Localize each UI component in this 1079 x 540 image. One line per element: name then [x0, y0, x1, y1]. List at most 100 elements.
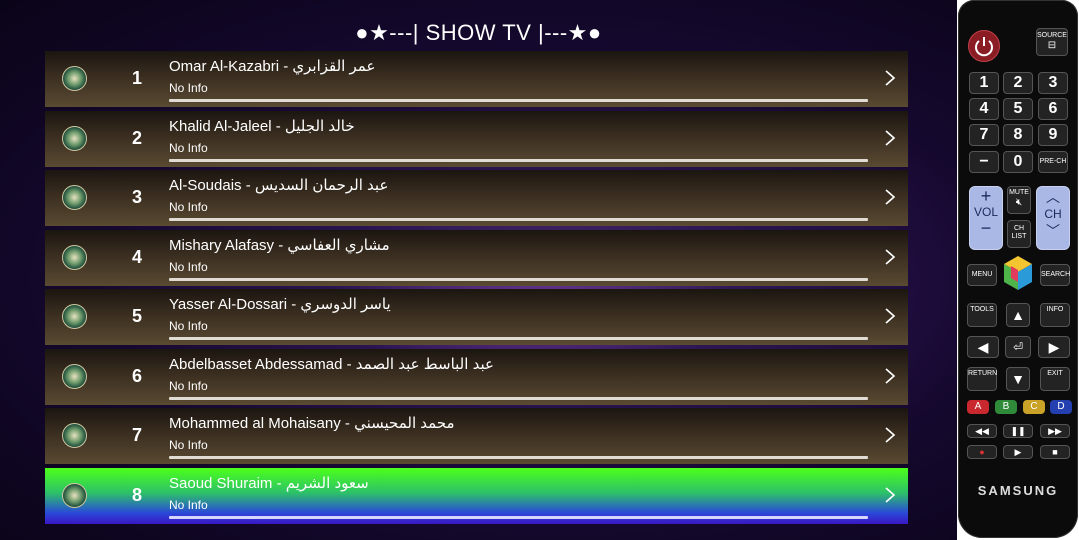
channel-name: Omar Al-Kazabri - عمر القزابري: [169, 58, 376, 75]
progress-bar: [169, 158, 868, 162]
return-label: RETURN: [968, 370, 998, 377]
tools-button[interactable]: TOOLS: [967, 303, 997, 327]
channel-row[interactable]: 1 Omar Al-Kazabri - عمر القزابري No Info: [45, 51, 908, 107]
rewind-button[interactable]: ◀◀: [967, 424, 997, 438]
channel-list: 1 Omar Al-Kazabri - عمر القزابري No Info 2 K…: [45, 51, 908, 527]
volume-rocker[interactable]: + VOL −: [969, 186, 1003, 250]
green-b-button[interactable]: B: [995, 400, 1017, 414]
channel-number: 4: [131, 246, 142, 267]
channel-logo-icon: [62, 66, 87, 91]
channel-info: No Info: [169, 259, 208, 274]
channel-info: No Info: [169, 438, 208, 452]
digit-3-button[interactable]: 3: [1038, 72, 1068, 94]
volume-label: VOL: [973, 205, 998, 219]
channel-list-button[interactable]: CH LIST: [1007, 220, 1031, 248]
remote-control: SOURCE ⊟ 1 2 3 4 5 6 7 8 9 − 0 PRE-CH + …: [958, 0, 1078, 538]
channel-name: Khalid Al-Jaleel - خالد الجليل: [169, 117, 355, 135]
digit-4-button[interactable]: 4: [969, 98, 999, 120]
channel-name: Saoud Shuraim - سعود الشريم: [169, 474, 369, 492]
chevron-right-icon: [885, 486, 896, 503]
channel-row[interactable]: 8 Saoud Shuraim - سعود الشريم No Info: [45, 467, 908, 524]
channel-name: Mishary Alafasy - مشاري العفاسي: [169, 236, 390, 254]
channel-number: 5: [131, 306, 142, 326]
channel-number: 1: [131, 68, 142, 88]
info-button[interactable]: INFO: [1040, 303, 1070, 327]
source-icon: ⊟: [1047, 40, 1057, 51]
red-a-button[interactable]: A: [967, 400, 989, 414]
channel-label: CH: [1044, 207, 1062, 221]
yellow-c-button[interactable]: C: [1023, 400, 1045, 414]
channel-row[interactable]: 6 Abdelbasset Abdessamad - عبد الباسط عبد…: [45, 348, 908, 405]
chevron-right-icon: [885, 367, 896, 384]
progress-bar: [169, 456, 868, 459]
chevron-right-icon: [885, 70, 896, 86]
digit-8-button[interactable]: 8: [1003, 124, 1033, 146]
blue-d-button[interactable]: D: [1050, 400, 1072, 414]
power-button[interactable]: [968, 30, 1000, 62]
right-arrow-button[interactable]: ▶: [1038, 336, 1070, 358]
channel-row[interactable]: 2 Khalid Al-Jaleel - خالد الجليل No Info: [45, 110, 908, 167]
channel-logo-icon: [62, 304, 87, 329]
progress-bar: [169, 99, 868, 102]
channel-info: No Info: [169, 319, 208, 333]
channel-logo-icon: [62, 244, 87, 270]
progress-bar: [169, 218, 868, 221]
prech-button[interactable]: PRE-CH: [1038, 151, 1068, 173]
stop-button[interactable]: ■: [1040, 445, 1070, 459]
digit-7-button[interactable]: 7: [969, 124, 999, 146]
channel-logo-icon: [62, 423, 87, 448]
mute-label: MUTE: [1009, 189, 1029, 196]
exit-button[interactable]: EXIT: [1040, 367, 1070, 391]
channel-row[interactable]: 7 Mohammed al Mohaisany - محمد المحيسني No…: [45, 408, 908, 464]
channel-rocker[interactable]: ︿ CH ﹀: [1036, 186, 1070, 250]
fast-forward-button[interactable]: ▶▶: [1040, 424, 1070, 438]
channel-row[interactable]: 3 Al-Soudais - عبد الرحمان السديس No Info: [45, 170, 908, 226]
left-arrow-button[interactable]: ◀: [967, 336, 999, 358]
channel-row[interactable]: 4 Mishary Alafasy - مشاري العفاسي No Info: [45, 229, 908, 286]
source-label: SOURCE: [1037, 32, 1067, 39]
chevron-right-icon: [885, 248, 896, 265]
digit-9-button[interactable]: 9: [1038, 124, 1068, 146]
smart-hub-icon: [1004, 256, 1032, 290]
record-button[interactable]: ●: [967, 445, 997, 459]
chevron-right-icon: [885, 189, 896, 205]
exit-label: EXIT: [1047, 370, 1063, 377]
tools-label: TOOLS: [970, 306, 994, 313]
minus-button[interactable]: −: [969, 151, 999, 173]
play-button[interactable]: ▶: [1003, 445, 1033, 459]
digit-1-button[interactable]: 1: [969, 72, 999, 94]
channel-name: Al-Soudais - عبد الرحمان السديس: [169, 177, 389, 194]
digit-6-button[interactable]: 6: [1038, 98, 1068, 120]
enter-button[interactable]: ⏎: [1005, 336, 1031, 358]
page-title: ●★---| SHOW TV |---★●: [355, 20, 602, 45]
chevron-right-icon: [885, 308, 896, 324]
menu-button[interactable]: MENU: [967, 264, 997, 286]
tv-screen: ●★---| SHOW TV |---★● 1 Omar Al-Kazabri -…: [0, 0, 957, 540]
digit-0-button[interactable]: 0: [1003, 151, 1033, 173]
channel-name: Mohammed al Mohaisany - محمد المحيسني: [169, 415, 455, 432]
channel-logo-icon: [62, 185, 87, 210]
digit-2-button[interactable]: 2: [1003, 72, 1033, 94]
channel-number: 2: [131, 127, 142, 148]
pause-button[interactable]: ❚❚: [1003, 424, 1033, 438]
mute-button[interactable]: MUTE 🔇︎: [1007, 186, 1031, 214]
progress-bar: [169, 515, 868, 519]
power-icon: [975, 37, 993, 57]
channel-info: No Info: [169, 497, 208, 512]
channel-number: 7: [131, 425, 142, 445]
return-button[interactable]: RETURN: [967, 367, 997, 391]
channel-logo-icon: [62, 363, 87, 389]
source-button[interactable]: SOURCE ⊟: [1036, 28, 1068, 56]
channel-number: 3: [131, 187, 142, 207]
channel-info: No Info: [169, 140, 208, 155]
down-arrow-button[interactable]: ▼: [1006, 367, 1030, 391]
smart-hub-button[interactable]: [1002, 254, 1034, 292]
up-arrow-button[interactable]: ▲: [1006, 303, 1030, 327]
progress-bar: [169, 337, 868, 340]
progress-bar: [169, 396, 868, 400]
channel-name: Abdelbasset Abdessamad - عبد الباسط عبد …: [169, 355, 494, 373]
digit-5-button[interactable]: 5: [1003, 98, 1033, 120]
search-button[interactable]: SEARCH: [1040, 264, 1070, 286]
channel-row[interactable]: 5 Yasser Al-Dossari - ياسر الدوسري No Info: [45, 289, 908, 345]
channel-name: Yasser Al-Dossari - ياسر الدوسري: [169, 296, 391, 313]
